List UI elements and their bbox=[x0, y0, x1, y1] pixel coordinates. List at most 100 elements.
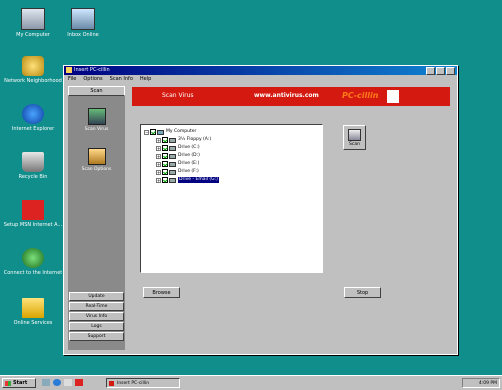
system-tray: 4:09 PM bbox=[462, 378, 500, 388]
checkbox[interactable] bbox=[162, 177, 168, 183]
checkbox[interactable] bbox=[150, 129, 156, 135]
checkbox[interactable] bbox=[162, 145, 168, 151]
expand-icon[interactable]: + bbox=[156, 153, 161, 159]
menu-file[interactable]: File bbox=[68, 75, 76, 83]
desktop-icon-inbox[interactable]: Inbox Online bbox=[50, 8, 116, 38]
expand-icon[interactable]: + bbox=[156, 161, 161, 167]
desktop-icon-label: Internet Explorer bbox=[11, 126, 55, 132]
header-banner: Scan Virus www.antivirus.com PC-cillin bbox=[132, 87, 450, 106]
desktop-icon-connect[interactable]: Connect to the Internet bbox=[0, 248, 66, 276]
desktop-icon-label: Online Services bbox=[13, 320, 53, 326]
checkbox[interactable] bbox=[162, 161, 168, 167]
menu-bar: File Options Scan Info Help bbox=[64, 75, 457, 83]
title-bar[interactable]: Insert PC-cillin bbox=[64, 66, 457, 75]
app-icon bbox=[66, 67, 72, 73]
windows-logo-icon bbox=[5, 381, 11, 386]
banner-title: Scan Virus bbox=[162, 92, 194, 99]
checkbox[interactable] bbox=[162, 137, 168, 143]
desktop-icon-label: Recycle Bin bbox=[18, 174, 48, 180]
nav-scan-options[interactable]: Scan Options bbox=[73, 148, 120, 172]
stop-button[interactable]: Stop bbox=[344, 287, 381, 298]
menu-scan-info[interactable]: Scan Info bbox=[110, 75, 133, 83]
computer-icon bbox=[21, 8, 45, 30]
app-icon bbox=[109, 381, 114, 386]
nav-scan-options-label: Scan Options bbox=[81, 167, 112, 172]
scan-button[interactable]: Scan bbox=[343, 125, 366, 150]
menu-options[interactable]: Options bbox=[83, 75, 102, 83]
hard-drive-icon bbox=[169, 145, 176, 151]
scan-virus-icon bbox=[87, 108, 106, 125]
tree-node-drive-c[interactable]: + Drive (C:) bbox=[156, 145, 200, 151]
desktop-icon-label: Setup MSN Internet A... bbox=[3, 222, 63, 228]
desktop-icon-online-services[interactable]: Online Services bbox=[0, 298, 66, 326]
main-content-pane: Scan Virus www.antivirus.com PC-cillin −… bbox=[130, 86, 452, 350]
quicklaunch-ie-icon[interactable] bbox=[53, 379, 61, 386]
app-window: Insert PC-cillin File Options Scan Info … bbox=[63, 65, 458, 355]
maximize-button[interactable] bbox=[436, 67, 445, 75]
nav-scan-virus-label: Scan Virus bbox=[84, 127, 109, 132]
cd-drive-icon bbox=[169, 169, 176, 175]
desktop-icon-msn[interactable]: Setup MSN Internet A... bbox=[0, 200, 66, 228]
tree-node-floppy[interactable]: + 3½ Floppy (A:) bbox=[156, 137, 211, 143]
quicklaunch-outlook-icon[interactable] bbox=[64, 379, 72, 386]
nav-button-logs[interactable]: Logs bbox=[69, 322, 124, 331]
recycle-bin-icon bbox=[22, 152, 44, 172]
drive-tree[interactable]: − My Computer + 3½ Floppy (A:) + Drive (… bbox=[140, 124, 323, 273]
nav-button-update[interactable]: Update bbox=[69, 292, 124, 301]
hard-drive-icon bbox=[169, 161, 176, 167]
tree-node-label: Drive - Email (G:) bbox=[178, 177, 219, 183]
tree-node-drive-d[interactable]: + Drive (D:) bbox=[156, 153, 200, 159]
internet-explorer-icon bbox=[22, 104, 44, 124]
nav-scan-virus[interactable]: Scan Virus bbox=[73, 108, 120, 132]
banner-url[interactable]: www.antivirus.com bbox=[254, 92, 319, 99]
window-title: Insert PC-cillin bbox=[74, 67, 110, 73]
expand-icon[interactable]: + bbox=[156, 177, 161, 183]
hard-drive-icon bbox=[169, 153, 176, 159]
clock[interactable]: 4:09 PM bbox=[479, 381, 497, 386]
quicklaunch-channels-icon[interactable] bbox=[75, 379, 83, 386]
tree-node-label: Drive (D:) bbox=[178, 153, 200, 158]
checkbox[interactable] bbox=[162, 153, 168, 159]
banner-logo-mark bbox=[387, 90, 399, 103]
desktop-icon-internet-explorer[interactable]: Internet Explorer bbox=[0, 104, 66, 132]
nav-button-support[interactable]: Support bbox=[69, 332, 124, 341]
scan-options-icon bbox=[87, 148, 106, 165]
nav-button-real-time[interactable]: Real-Time bbox=[69, 302, 124, 311]
taskbar-task-pc-cillin[interactable]: Insert PC-cillin bbox=[106, 378, 180, 388]
expand-icon[interactable]: + bbox=[156, 145, 161, 151]
start-button[interactable]: Start bbox=[2, 378, 36, 388]
network-icon bbox=[22, 56, 44, 76]
left-navigation-pane: Scan Scan Virus Scan Options Update Real… bbox=[68, 86, 125, 350]
inbox-icon bbox=[71, 8, 95, 30]
expand-icon[interactable]: + bbox=[156, 169, 161, 175]
nav-button-virus-info[interactable]: Virus Info bbox=[69, 312, 124, 321]
desktop-icon-network[interactable]: Network Neighborhood bbox=[0, 56, 66, 84]
tree-node-label: Drive (F:) bbox=[178, 169, 199, 174]
scan-group-header[interactable]: Scan bbox=[68, 86, 125, 96]
menu-help[interactable]: Help bbox=[140, 75, 151, 83]
tree-node-drive-g[interactable]: + Drive - Email (G:) bbox=[156, 177, 219, 183]
close-button[interactable] bbox=[446, 67, 455, 75]
start-label: Start bbox=[13, 380, 28, 386]
minimize-button[interactable] bbox=[426, 67, 435, 75]
scan-icon bbox=[348, 129, 361, 141]
quicklaunch-desktop-icon[interactable] bbox=[42, 379, 50, 386]
network-drive-icon bbox=[169, 177, 176, 183]
floppy-icon bbox=[169, 137, 176, 143]
expand-icon[interactable]: + bbox=[156, 137, 161, 143]
checkbox[interactable] bbox=[162, 169, 168, 175]
tree-node-drive-e[interactable]: + Drive (E:) bbox=[156, 161, 199, 167]
tree-node-label: 3½ Floppy (A:) bbox=[178, 137, 212, 142]
tree-node-drive-f[interactable]: + Drive (F:) bbox=[156, 169, 199, 175]
tree-node-my-computer[interactable]: − My Computer bbox=[144, 129, 196, 135]
taskbar: Start Insert PC-cillin 4:09 PM bbox=[0, 375, 502, 390]
tree-node-label: Drive (E:) bbox=[178, 161, 200, 166]
online-icon bbox=[22, 248, 44, 268]
computer-icon bbox=[157, 129, 164, 135]
tree-node-label: Drive (C:) bbox=[178, 145, 200, 150]
desktop-icon-label: Inbox Online bbox=[67, 32, 99, 38]
collapse-icon[interactable]: − bbox=[144, 129, 149, 135]
scan-button-label: Scan bbox=[349, 142, 360, 147]
browse-button[interactable]: Browse bbox=[143, 287, 180, 298]
desktop-icon-recycle-bin[interactable]: Recycle Bin bbox=[0, 152, 66, 180]
